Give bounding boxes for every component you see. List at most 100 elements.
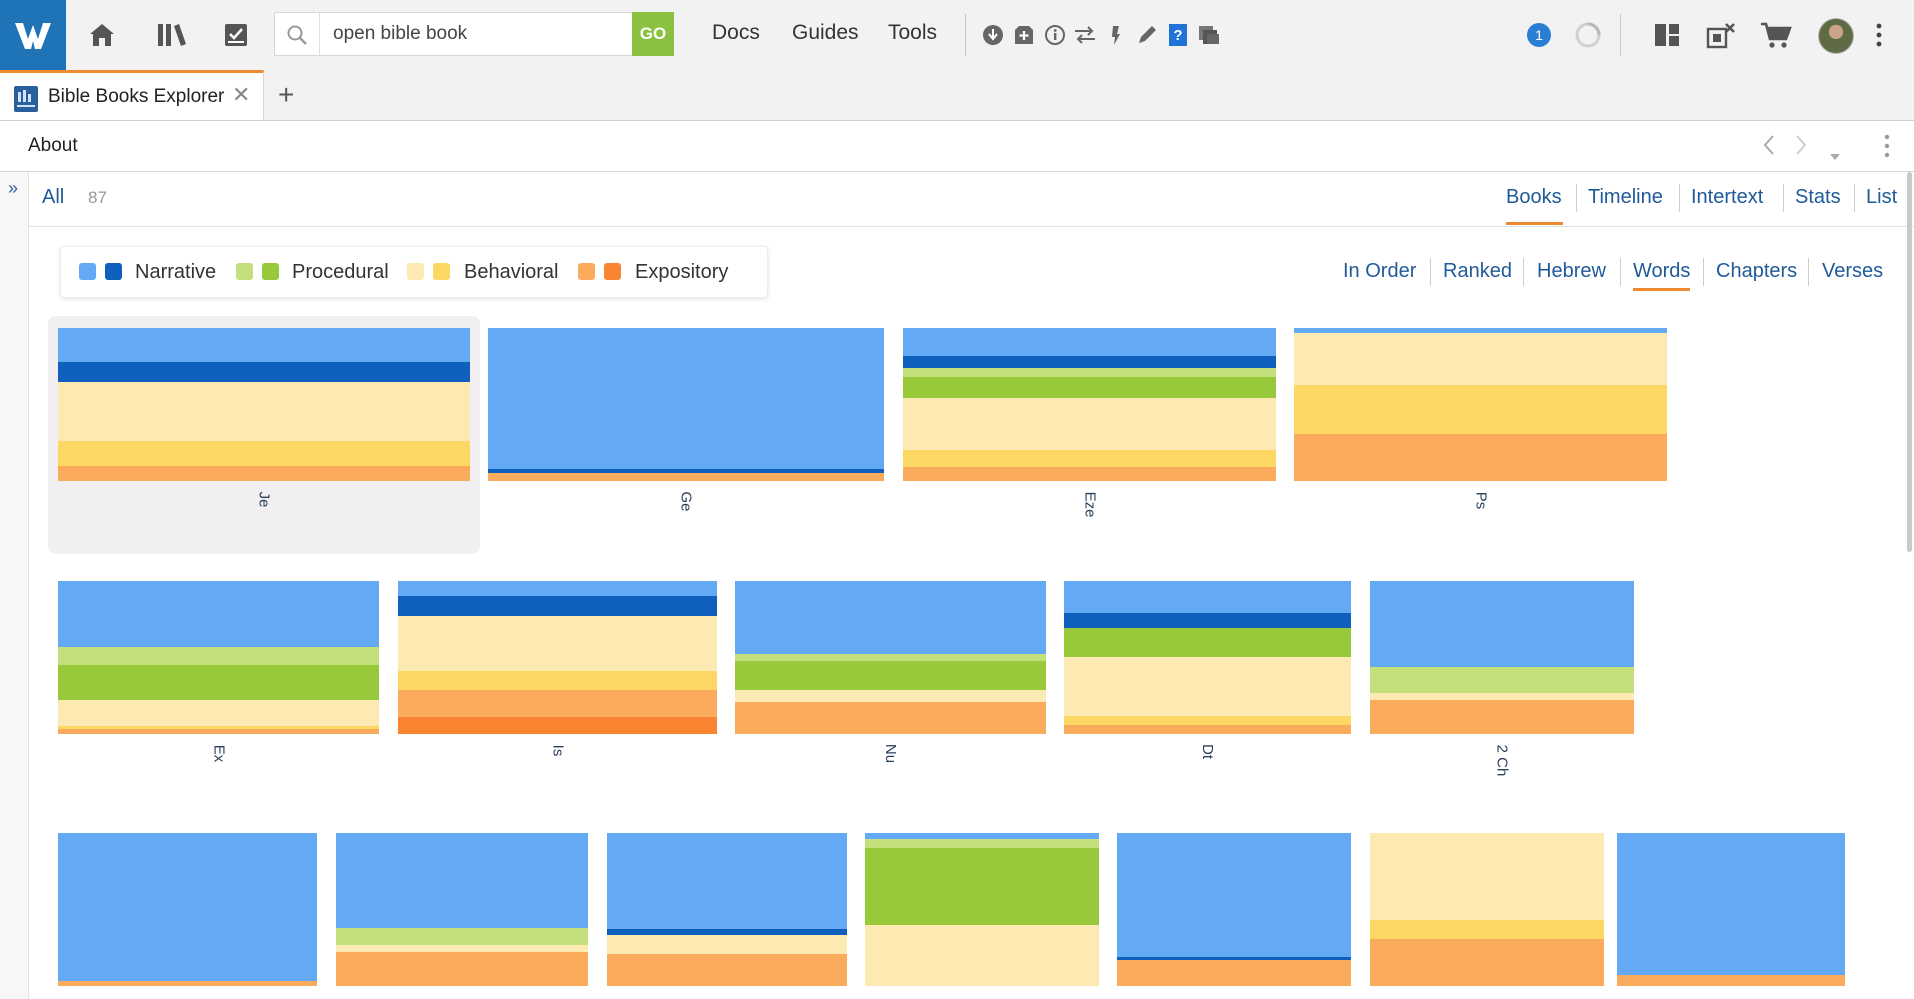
sort-ranked[interactable]: Ranked: [1443, 260, 1512, 283]
help-icon[interactable]: ?: [1165, 22, 1191, 48]
book-tile[interactable]: [336, 833, 588, 986]
copy-icon[interactable]: [1196, 22, 1222, 48]
panel-header: About: [0, 121, 1914, 172]
expand-sidebar-icon[interactable]: »: [8, 178, 18, 199]
genre-segment: [1064, 657, 1351, 716]
refresh-icon[interactable]: [1574, 21, 1602, 49]
home-icon[interactable]: [82, 15, 122, 55]
book-tile[interactable]: [735, 581, 1046, 734]
genre-segment: [1294, 433, 1667, 481]
book-tile[interactable]: [398, 581, 717, 734]
tools-menu[interactable]: Tools: [888, 21, 937, 45]
avatar[interactable]: [1818, 18, 1854, 54]
tab-title: Bible Books Explorer: [48, 86, 225, 107]
tab-books[interactable]: Books: [1506, 186, 1562, 209]
tab-timeline[interactable]: Timeline: [1588, 186, 1663, 209]
book-tile[interactable]: [58, 328, 470, 481]
tab-stats[interactable]: Stats: [1795, 186, 1841, 209]
book-tile[interactable]: [58, 581, 379, 734]
about-link[interactable]: About: [28, 135, 78, 157]
cart-icon[interactable]: [1756, 15, 1796, 55]
back-icon[interactable]: [1762, 133, 1776, 163]
sort-chapters[interactable]: Chapters: [1716, 260, 1797, 283]
tab-intertext[interactable]: Intertext: [1691, 186, 1763, 209]
genre-segment: [865, 839, 1099, 849]
search-box: [274, 12, 674, 56]
bible-books-explorer-icon: [14, 86, 38, 112]
genre-segment: [1064, 613, 1351, 629]
behavioral-light-swatch: [407, 263, 424, 280]
book-tile[interactable]: [1370, 833, 1604, 986]
genre-segment: [398, 616, 717, 672]
legend-narrative[interactable]: Narrative: [135, 261, 216, 284]
book-count: 87: [88, 188, 107, 207]
sync-icon[interactable]: [1072, 22, 1098, 48]
genre-segment: [336, 952, 588, 986]
genre-segment: [903, 376, 1276, 399]
highlight-icon[interactable]: [1103, 22, 1129, 48]
search-input[interactable]: [333, 13, 603, 55]
sort-verses[interactable]: Verses: [1822, 260, 1883, 283]
genre-segment: [1117, 959, 1351, 986]
add-tab-icon[interactable]: +: [278, 79, 294, 111]
genre-segment: [735, 701, 1046, 734]
legend-procedural[interactable]: Procedural: [292, 261, 389, 284]
sort-hebrew[interactable]: Hebrew: [1537, 260, 1606, 283]
book-tile[interactable]: [58, 833, 317, 986]
book-tile[interactable]: [865, 833, 1099, 986]
genre-segment: [607, 935, 847, 954]
genre-segment: [58, 700, 379, 727]
legend-behavioral[interactable]: Behavioral: [464, 261, 559, 284]
genre-segment: [58, 361, 470, 382]
genre-segment: [398, 717, 717, 734]
book-tile[interactable]: [1294, 328, 1667, 481]
docs-menu[interactable]: Docs: [712, 21, 760, 45]
close-icon[interactable]: ✕: [232, 82, 250, 108]
genre-segment: [903, 328, 1276, 356]
chevron-down-icon[interactable]: [1829, 141, 1841, 167]
tab-list[interactable]: List: [1866, 186, 1897, 209]
tab-bar: Bible Books Explorer ✕ +: [0, 70, 1914, 121]
book-tile[interactable]: [1370, 581, 1634, 734]
genre-segment: [1617, 833, 1845, 976]
logos-logo-icon[interactable]: [0, 0, 66, 70]
book-tile[interactable]: [1617, 833, 1845, 986]
sort-in-order[interactable]: In Order: [1343, 260, 1416, 283]
book-tile[interactable]: [488, 328, 884, 481]
book-tile[interactable]: [903, 328, 1276, 481]
checklist-icon[interactable]: [216, 15, 256, 55]
genre-segment: [58, 833, 317, 982]
tab-bible-books-explorer[interactable]: Bible Books Explorer ✕: [0, 70, 264, 120]
book-label: Je: [255, 491, 273, 507]
genre-legend: Narrative Procedural Behavioral Exposito…: [60, 246, 768, 298]
close-panels-icon[interactable]: [1701, 15, 1741, 55]
scrollbar[interactable]: [1907, 172, 1912, 552]
book-label: Dt: [1199, 744, 1216, 759]
genre-segment: [1064, 715, 1351, 725]
book-tile[interactable]: [1064, 581, 1351, 734]
panel-menu-icon[interactable]: [1884, 133, 1890, 165]
pen-icon[interactable]: [1134, 22, 1160, 48]
add-icon[interactable]: [1011, 22, 1037, 48]
genre-segment: [336, 927, 588, 945]
genre-segment: [398, 671, 717, 690]
book-tile[interactable]: [607, 833, 847, 986]
notification-badge[interactable]: 1: [1527, 23, 1551, 47]
download-icon[interactable]: [980, 22, 1006, 48]
filter-all[interactable]: All: [42, 186, 64, 209]
genre-segment: [58, 465, 470, 481]
genre-segment: [607, 833, 847, 930]
forward-icon[interactable]: [1794, 133, 1808, 163]
expository-light-swatch: [578, 263, 595, 280]
genre-segment: [735, 660, 1046, 690]
more-icon[interactable]: [1869, 15, 1889, 55]
sort-words[interactable]: Words: [1633, 260, 1690, 283]
content-nav: All 87 Books Timeline Intertext Stats Li…: [28, 172, 1914, 227]
library-icon[interactable]: [152, 15, 192, 55]
legend-expository[interactable]: Expository: [635, 261, 728, 284]
info-icon[interactable]: [1042, 22, 1068, 48]
book-tile[interactable]: [1117, 833, 1351, 986]
guides-menu[interactable]: Guides: [792, 21, 859, 45]
layout-icon[interactable]: [1647, 15, 1687, 55]
go-button[interactable]: GO: [632, 12, 674, 56]
